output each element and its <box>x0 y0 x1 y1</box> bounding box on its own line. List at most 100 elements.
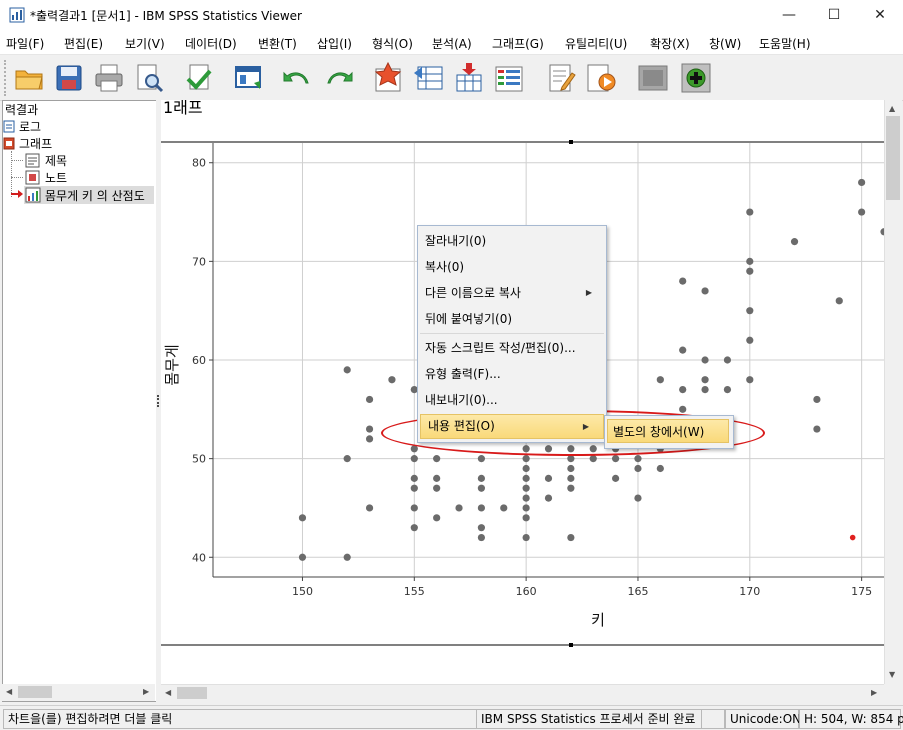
select-cases-icon[interactable] <box>492 61 526 95</box>
status-empty <box>701 709 725 729</box>
outline-graph[interactable]: 그래프 <box>19 135 52 152</box>
status-hint: 차트을(를) 편집하려면 더블 클릭 <box>3 709 479 729</box>
toolbar-grip[interactable] <box>4 60 9 96</box>
outline-log[interactable]: 로그 <box>19 118 41 135</box>
menu-copy-special[interactable]: 다른 이름으로 복사 ▶ <box>418 280 606 306</box>
save-icon[interactable] <box>52 61 86 95</box>
menu-copy-label: 복사(0) <box>425 260 465 274</box>
menu-output-style-label: 유형 출력(F)... <box>425 367 501 381</box>
menu-window[interactable]: 창(W) <box>709 35 741 52</box>
data-point <box>343 455 351 463</box>
data-point <box>455 504 463 512</box>
menu-insert[interactable]: 삽입(I) <box>317 35 352 52</box>
menu-copy[interactable]: 복사(0) <box>418 254 606 280</box>
menu-copy-special-label: 다른 이름으로 복사 <box>425 286 521 300</box>
variables-icon[interactable] <box>452 61 486 95</box>
add-icon[interactable] <box>679 61 713 95</box>
y-tick-label: 50 <box>192 453 206 466</box>
data-point <box>612 455 620 463</box>
outline-title[interactable]: 제목 <box>45 152 67 169</box>
goto-case-icon[interactable] <box>412 61 446 95</box>
chart-resize-handle-top <box>569 140 573 144</box>
data-point <box>544 474 553 482</box>
menu-graphs[interactable]: 그래프(G) <box>492 35 544 52</box>
menu-view[interactable]: 보기(V) <box>125 35 165 52</box>
menu-cut[interactable]: 잘라내기(0) <box>418 228 606 254</box>
data-point <box>567 484 575 492</box>
window-title: *출력결과1 [문서1] - IBM SPSS Statistics Viewe… <box>30 9 302 23</box>
open-folder-icon[interactable] <box>12 61 46 95</box>
data-point <box>790 238 799 246</box>
vertical-scrollbar[interactable]: ▲ ▼ <box>884 100 902 684</box>
menu-output-style[interactable]: 유형 출력(F)... <box>418 361 606 387</box>
data-point <box>522 474 530 482</box>
data-point <box>343 366 351 374</box>
close-button[interactable]: ✕ <box>857 0 903 31</box>
horizontal-scrollbar[interactable]: ◀ ▶ <box>161 684 884 702</box>
menu-edit[interactable]: 편집(E) <box>64 35 103 52</box>
data-point <box>679 277 687 285</box>
horizontal-scroll-thumb[interactable] <box>177 687 207 699</box>
data-point <box>567 474 575 482</box>
x-tick-label: 155 <box>404 585 425 598</box>
run-script-icon[interactable] <box>584 61 618 95</box>
scroll-right-icon[interactable]: ▶ <box>871 688 877 697</box>
redo-icon[interactable] <box>322 61 356 95</box>
print-icon[interactable] <box>92 61 126 95</box>
menu-autoscript[interactable]: 자동 스크립트 작성/편집(0)... <box>418 335 606 361</box>
minimize-button[interactable]: — <box>766 0 812 31</box>
menu-edit-content[interactable]: 내용 편집(O) ▶ <box>420 414 604 439</box>
data-point <box>746 257 754 265</box>
submenu-arrow-icon: ▶ <box>585 288 592 297</box>
designate-window-icon[interactable] <box>544 61 578 95</box>
status-size: H: 504, W: 854 pt. <box>799 709 903 729</box>
undo-icon[interactable] <box>280 61 314 95</box>
placeholder-icon[interactable] <box>636 61 670 95</box>
data-point <box>858 178 866 187</box>
outline-scroll-left-icon[interactable]: ◀ <box>6 687 12 696</box>
data-point <box>500 504 508 512</box>
menu-edit-content-label: 내용 편집(O) <box>428 419 495 433</box>
menu-data[interactable]: 데이터(D) <box>185 35 237 52</box>
outline-chart-selected[interactable]: 몸무게 키 의 산점도 <box>24 186 154 204</box>
menu-export[interactable]: 내보내기(0)... <box>418 387 606 413</box>
scroll-up-icon[interactable]: ▲ <box>889 104 895 113</box>
y-tick-label: 60 <box>192 354 206 367</box>
data-point <box>522 494 530 502</box>
x-tick-label: 150 <box>292 585 313 598</box>
outline-note[interactable]: 노트 <box>45 169 67 186</box>
data-point <box>522 514 530 522</box>
menu-in-separate-window[interactable]: 별도의 창에서(W) <box>607 419 729 443</box>
recall-dialog-icon[interactable] <box>232 61 266 95</box>
outline-horizontal-scrollbar[interactable]: ◀ ▶ <box>2 684 155 701</box>
vertical-scroll-thumb[interactable] <box>886 116 900 200</box>
data-point <box>746 267 754 275</box>
minimize-icon: — <box>782 7 796 23</box>
menu-transform[interactable]: 변환(T) <box>258 35 297 52</box>
spss-app-icon <box>9 7 25 23</box>
title-bar: *출력결과1 [문서1] - IBM SPSS Statistics Viewe… <box>0 0 903 31</box>
data-point <box>858 208 866 216</box>
menu-file[interactable]: 파일(F) <box>6 35 44 52</box>
menu-format[interactable]: 형식(O) <box>372 35 413 52</box>
outline-scroll-right-icon[interactable]: ▶ <box>143 687 149 696</box>
export-icon[interactable] <box>182 61 216 95</box>
maximize-button[interactable]: ☐ <box>811 0 857 31</box>
menu-analyze[interactable]: 분석(A) <box>432 35 472 52</box>
data-point <box>723 385 732 394</box>
outline-root[interactable]: 력결과 <box>5 101 38 118</box>
data-point <box>388 376 396 384</box>
scroll-left-icon[interactable]: ◀ <box>165 688 171 697</box>
goto-data-icon[interactable] <box>372 61 406 95</box>
scroll-down-icon[interactable]: ▼ <box>889 670 895 679</box>
print-preview-icon[interactable] <box>132 61 166 95</box>
outline-scroll-thumb[interactable] <box>18 686 52 698</box>
data-point <box>298 553 307 561</box>
data-point <box>567 455 575 463</box>
menu-paste-after[interactable]: 뒤에 붙여넣기(0) <box>418 306 606 332</box>
menu-extensions[interactable]: 확장(X) <box>650 35 690 52</box>
menu-utilities[interactable]: 유틸리티(U) <box>565 35 627 52</box>
data-point <box>723 356 732 364</box>
menu-help[interactable]: 도움말(H) <box>759 35 811 52</box>
menu-export-label: 내보내기(0)... <box>425 393 498 407</box>
